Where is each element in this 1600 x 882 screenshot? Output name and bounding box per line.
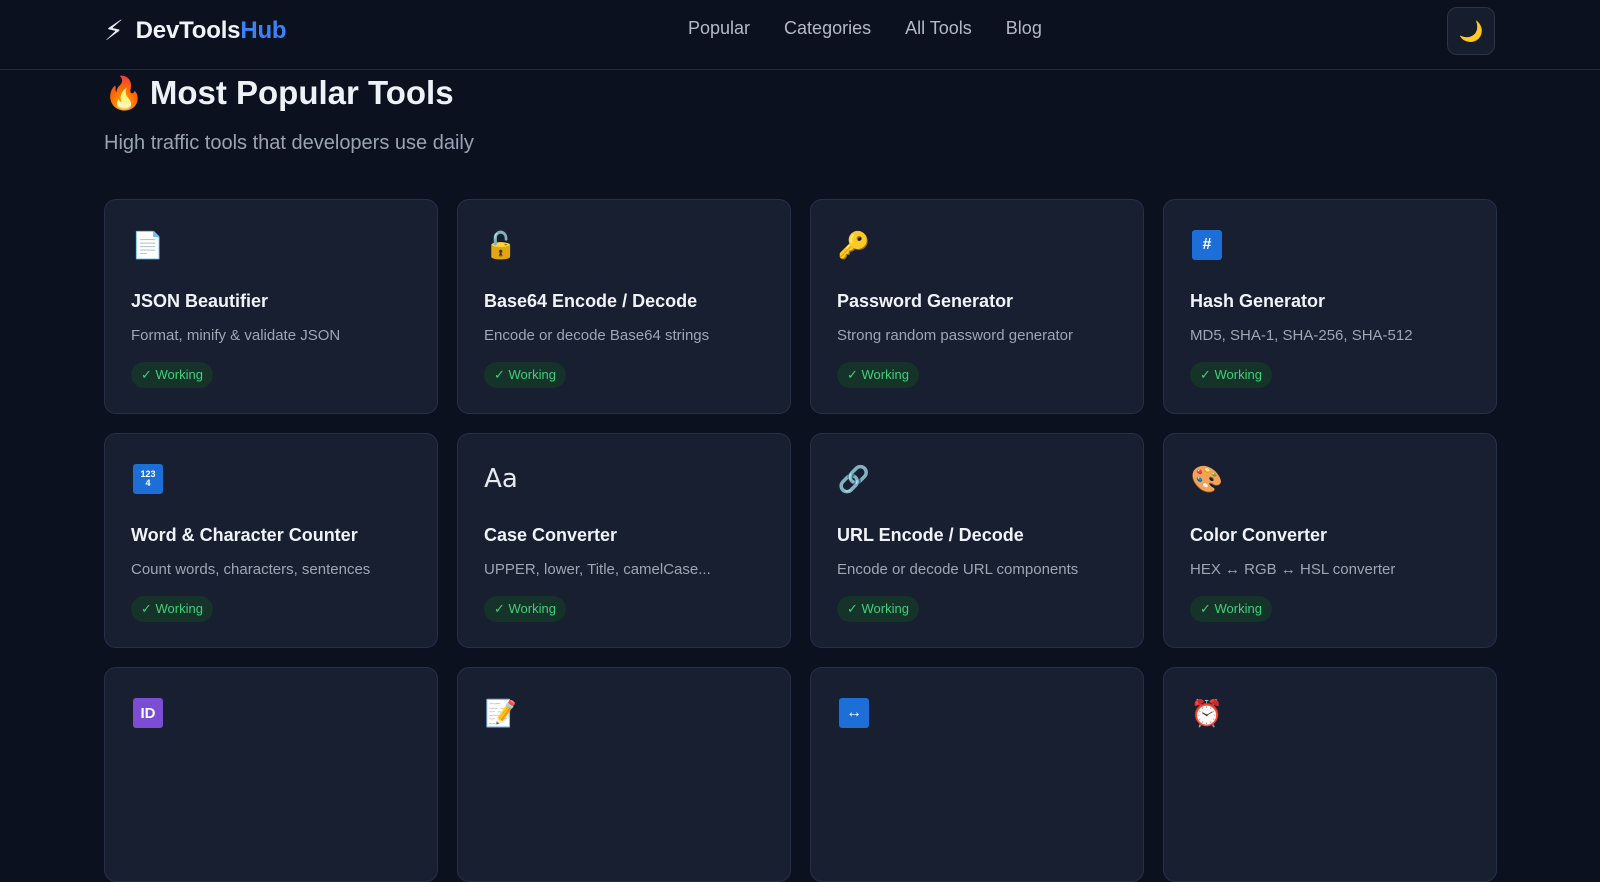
key-icon: 🔑 bbox=[837, 230, 871, 260]
id-icon: ID bbox=[131, 696, 165, 730]
nav-link-blog[interactable]: Blog bbox=[1006, 18, 1042, 39]
status-badge: ✓ Working bbox=[837, 362, 919, 388]
moon-icon: 🌙 bbox=[1458, 20, 1484, 43]
numbers-icon-glyph: 1234 bbox=[140, 469, 156, 488]
main-nav: Popular Categories All Tools Blog bbox=[688, 18, 1042, 39]
brand-name-primary: DevTools bbox=[135, 17, 241, 44]
tool-description: Count words, characters, sentences bbox=[131, 561, 371, 578]
alarm-clock-icon: ⏰ bbox=[1190, 698, 1224, 728]
tool-title: URL Encode / Decode bbox=[837, 525, 1024, 545]
nav-link-all-tools[interactable]: All Tools bbox=[905, 18, 972, 39]
unlock-icon: 🔓 bbox=[484, 230, 518, 260]
tool-title: Base64 Encode / Decode bbox=[484, 291, 698, 311]
hash-icon: # bbox=[1190, 228, 1224, 262]
page-title-text: Most Popular Tools bbox=[149, 74, 454, 111]
brand-name-accent: Hub bbox=[240, 17, 287, 44]
left-right-arrow-glyph: ↔ bbox=[839, 698, 869, 728]
tool-card-url-encode[interactable]: 🔗 URL Encode / Decode Encode or decode U… bbox=[810, 433, 1144, 648]
tool-card-base64[interactable]: 🔓 Base64 Encode / Decode Encode or decod… bbox=[457, 199, 791, 414]
tool-title: JSON Beautifier bbox=[131, 291, 269, 311]
tool-card-partial-3[interactable]: ↔ bbox=[810, 667, 1144, 882]
tool-card-case-converter[interactable]: Aa Case Converter UPPER, lower, Title, c… bbox=[457, 433, 791, 648]
nav-link-popular[interactable]: Popular bbox=[688, 18, 750, 39]
tool-title: Color Converter bbox=[1190, 525, 1328, 545]
tool-card-partial-2[interactable]: 📝 bbox=[457, 667, 791, 882]
tool-description: UPPER, lower, Title, camelCase... bbox=[484, 561, 711, 578]
tool-card-hash-generator[interactable]: # Hash Generator MD5, SHA-1, SHA-256, SH… bbox=[1163, 199, 1497, 414]
status-badge: ✓ Working bbox=[1190, 596, 1272, 622]
numbers-icon: 1234 bbox=[131, 462, 165, 496]
status-badge: ✓ Working bbox=[484, 596, 566, 622]
status-badge: ✓ Working bbox=[131, 596, 213, 622]
tool-description: Encode or decode URL components bbox=[837, 561, 1079, 578]
tool-title: Hash Generator bbox=[1190, 291, 1326, 311]
status-badge: ✓ Working bbox=[131, 362, 213, 388]
case-icon: Aa bbox=[484, 464, 518, 494]
tool-title: Password Generator bbox=[837, 291, 1014, 311]
page-subtitle: High traffic tools that developers use d… bbox=[104, 132, 474, 154]
tools-grid: 📄 JSON Beautifier Format, minify & valid… bbox=[104, 199, 1497, 882]
tool-title: Word & Character Counter bbox=[131, 525, 358, 545]
top-navbar: ⚡ DevToolsHub Popular Categories All Too… bbox=[0, 0, 1600, 70]
tool-card-json-beautifier[interactable]: 📄 JSON Beautifier Format, minify & valid… bbox=[104, 199, 438, 414]
hash-icon-glyph: # bbox=[1192, 230, 1222, 260]
memo-icon: 📝 bbox=[484, 698, 518, 728]
tool-card-word-counter[interactable]: 1234 Word & Character Counter Count word… bbox=[104, 433, 438, 648]
nav-link-categories[interactable]: Categories bbox=[784, 18, 871, 39]
lightning-icon: ⚡ bbox=[104, 15, 124, 46]
fire-icon: 🔥 bbox=[104, 75, 144, 111]
document-icon: 📄 bbox=[131, 230, 165, 260]
tool-description: Strong random password generator bbox=[837, 327, 1073, 344]
status-badge: ✓ Working bbox=[1190, 362, 1272, 388]
id-icon-glyph: ID bbox=[133, 698, 163, 728]
tool-description: HEX ↔ RGB ↔ HSL converter bbox=[1190, 561, 1396, 578]
brand-logo-link[interactable]: ⚡ DevToolsHub bbox=[104, 14, 287, 48]
status-badge: ✓ Working bbox=[484, 362, 566, 388]
palette-icon: 🎨 bbox=[1190, 464, 1224, 494]
theme-toggle-button[interactable]: 🌙 bbox=[1447, 7, 1495, 55]
left-right-arrow-icon: ↔ bbox=[837, 696, 871, 730]
brand-name: DevToolsHub bbox=[136, 17, 287, 45]
link-icon: 🔗 bbox=[837, 464, 871, 494]
tool-title: Case Converter bbox=[484, 525, 618, 545]
tool-description: Encode or decode Base64 strings bbox=[484, 327, 710, 344]
tool-card-password-generator[interactable]: 🔑 Password Generator Strong random passw… bbox=[810, 199, 1144, 414]
tool-description: MD5, SHA-1, SHA-256, SHA-512 bbox=[1190, 327, 1413, 344]
tool-description: Format, minify & validate JSON bbox=[131, 327, 341, 344]
status-badge: ✓ Working bbox=[837, 596, 919, 622]
tool-card-color-converter[interactable]: 🎨 Color Converter HEX ↔ RGB ↔ HSL conver… bbox=[1163, 433, 1497, 648]
tool-card-partial-4[interactable]: ⏰ bbox=[1163, 667, 1497, 882]
page-title: 🔥 Most Popular Tools bbox=[104, 74, 454, 112]
tool-card-partial-1[interactable]: ID bbox=[104, 667, 438, 882]
